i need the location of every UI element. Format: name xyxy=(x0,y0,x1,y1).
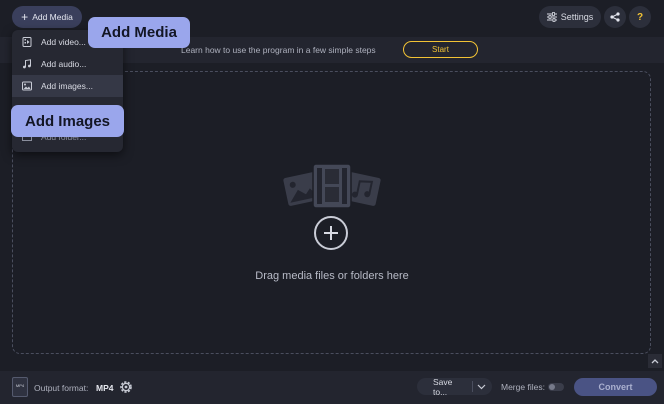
start-label: Start xyxy=(432,45,449,54)
plus-icon: + xyxy=(21,9,29,24)
menu-item-add-audio[interactable]: Add audio... xyxy=(12,53,123,75)
divider xyxy=(472,381,473,392)
bottom-bar: MP4 Output format: MP4 Save to... Merge … xyxy=(0,371,664,404)
share-icon xyxy=(610,12,620,22)
callout-label: Add Media xyxy=(101,24,177,41)
help-label: ? xyxy=(636,11,644,23)
save-to-button[interactable]: Save to... xyxy=(417,376,492,397)
callout-label: Add Images xyxy=(24,112,111,130)
output-format-label: Output format: xyxy=(34,383,89,393)
image-file-icon xyxy=(22,81,32,91)
gear-icon[interactable] xyxy=(118,379,134,395)
convert-button[interactable]: Convert xyxy=(574,378,657,396)
add-media-button[interactable]: + Add Media xyxy=(12,6,82,28)
settings-button[interactable]: Settings xyxy=(539,6,601,28)
merge-files-toggle[interactable] xyxy=(548,383,564,391)
save-to-label: Save to... xyxy=(433,376,453,397)
toggle-knob xyxy=(549,384,555,390)
scroll-up-button[interactable] xyxy=(648,354,662,368)
music-note-icon xyxy=(22,59,32,69)
drop-hint-text: Drag media files or folders here xyxy=(255,270,409,282)
callout-add-images: Add Images xyxy=(11,105,124,137)
media-illustration-icon xyxy=(281,163,383,209)
callout-add-media: Add Media xyxy=(88,17,190,48)
output-format-icon[interactable]: MP4 xyxy=(12,377,28,397)
help-button[interactable]: ? xyxy=(629,6,651,28)
menu-item-label: Add audio... xyxy=(41,59,87,69)
tip-text: Learn how to use the program in a few si… xyxy=(181,45,376,55)
output-format-value[interactable]: MP4 xyxy=(96,383,113,393)
chevron-up-icon xyxy=(651,359,659,364)
format-icon-text: MP4 xyxy=(15,383,25,388)
video-file-icon xyxy=(22,37,32,47)
convert-label: Convert xyxy=(598,382,633,392)
menu-item-label: Add images... xyxy=(41,81,93,91)
menu-item-label: Add video... xyxy=(41,37,86,47)
share-button[interactable] xyxy=(604,6,626,28)
start-button[interactable]: Start xyxy=(403,41,478,58)
plus-icon xyxy=(324,226,338,240)
merge-files-label: Merge files: xyxy=(501,382,545,392)
add-media-label: Add Media xyxy=(32,12,73,22)
menu-item-add-images[interactable]: Add images... xyxy=(12,75,123,97)
sliders-icon xyxy=(546,12,557,22)
add-files-button[interactable] xyxy=(314,216,348,250)
settings-label: Settings xyxy=(560,12,594,22)
chevron-down-icon[interactable] xyxy=(477,384,486,390)
